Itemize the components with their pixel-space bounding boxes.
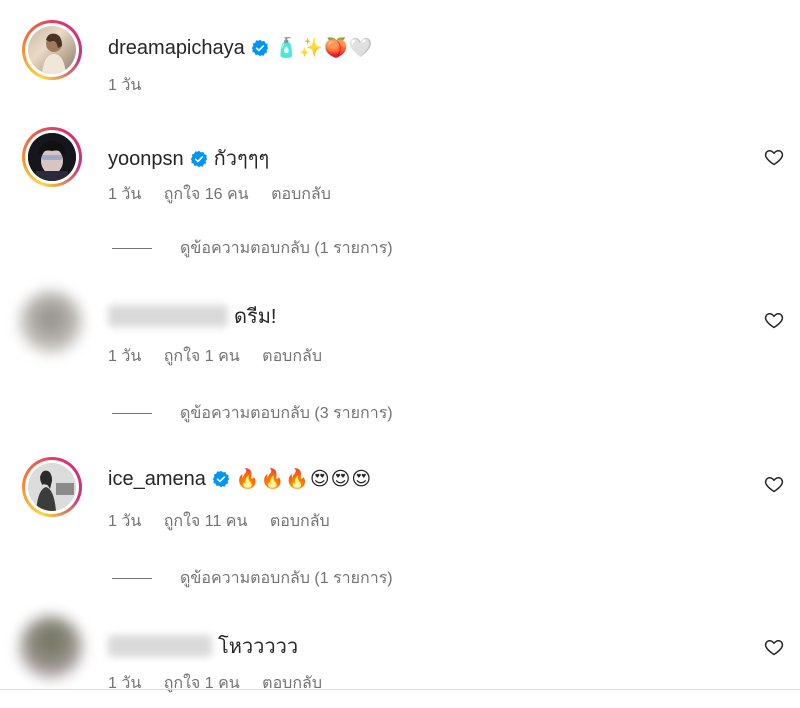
- username-blurred[interactable]: [108, 305, 228, 327]
- comment-time[interactable]: 1 วัน: [108, 348, 141, 365]
- comment-meta: 1 วัน ถูกใจ 11 คน ตอบกลับ: [108, 509, 348, 534]
- avatar[interactable]: [22, 20, 82, 80]
- reply-button[interactable]: ตอบกลับ: [262, 348, 322, 365]
- username[interactable]: yoonpsn: [108, 148, 184, 170]
- username-blurred[interactable]: [108, 635, 212, 657]
- like-heart-icon[interactable]: [764, 310, 784, 330]
- avatar[interactable]: [22, 457, 82, 517]
- avatar[interactable]: [20, 616, 82, 678]
- comment-text: 🧴✨🍑🤍: [274, 38, 374, 59]
- like-heart-icon[interactable]: [764, 474, 784, 494]
- reply-button[interactable]: ตอบกลับ: [271, 186, 331, 203]
- comment-time[interactable]: 1 วัน: [108, 77, 141, 94]
- avatar[interactable]: [22, 127, 82, 187]
- comment-meta: 1 วัน ถูกใจ 1 คน ตอบกลับ: [108, 671, 340, 696]
- avatar[interactable]: [20, 291, 82, 353]
- like-heart-icon[interactable]: [764, 147, 784, 167]
- view-replies-label: ดูข้อความตอบกลับ (3 รายการ): [180, 405, 393, 422]
- view-replies-label: ดูข้อความตอบกลับ (1 รายการ): [180, 240, 393, 257]
- likes-count[interactable]: ถูกใจ 11 คน: [164, 513, 248, 530]
- comment-text: กัวๆๆๆ: [213, 148, 270, 170]
- verified-icon: [251, 39, 269, 63]
- verified-icon: [190, 150, 208, 174]
- replies-divider-line: [112, 413, 152, 415]
- comment-meta: 1 วัน ถูกใจ 1 คน ตอบกลับ: [108, 344, 340, 369]
- likes-count[interactable]: ถูกใจ 16 คน: [164, 186, 249, 203]
- replies-divider-line: [112, 248, 152, 250]
- comment-time[interactable]: 1 วัน: [108, 186, 141, 203]
- comment-header: โหววววว: [108, 630, 298, 662]
- comment-text: ดรีม!: [234, 306, 277, 328]
- reply-button[interactable]: ตอบกลับ: [270, 513, 330, 530]
- username[interactable]: dreamapichaya: [108, 37, 245, 59]
- view-replies-button[interactable]: ดูข้อความตอบกลับ (1 รายการ): [112, 566, 393, 591]
- username[interactable]: ice_amena: [108, 468, 206, 490]
- comment-time[interactable]: 1 วัน: [108, 513, 141, 530]
- bottom-divider: [0, 689, 800, 690]
- comment-meta: 1 วัน: [108, 73, 159, 98]
- like-heart-icon[interactable]: [764, 637, 784, 657]
- view-replies-label: ดูข้อความตอบกลับ (1 รายการ): [180, 570, 393, 587]
- comment-meta: 1 วัน ถูกใจ 16 คน ตอบกลับ: [108, 182, 349, 207]
- comment-text: 🔥🔥🔥😍😍😍: [235, 469, 373, 490]
- replies-divider-line: [112, 578, 152, 580]
- comment-header: dreamapichaya 🧴✨🍑🤍: [108, 36, 373, 63]
- likes-count[interactable]: ถูกใจ 1 คน: [164, 348, 240, 365]
- view-replies-button[interactable]: ดูข้อความตอบกลับ (3 รายการ): [112, 401, 393, 426]
- comment-header: ดรีม!: [108, 300, 276, 332]
- comment-header: yoonpsn กัวๆๆๆ: [108, 142, 269, 174]
- comment-header: ice_amena 🔥🔥🔥😍😍😍: [108, 467, 372, 494]
- comment-text: โหววววว: [218, 636, 299, 658]
- view-replies-button[interactable]: ดูข้อความตอบกลับ (1 รายการ): [112, 236, 393, 261]
- verified-icon: [212, 470, 230, 494]
